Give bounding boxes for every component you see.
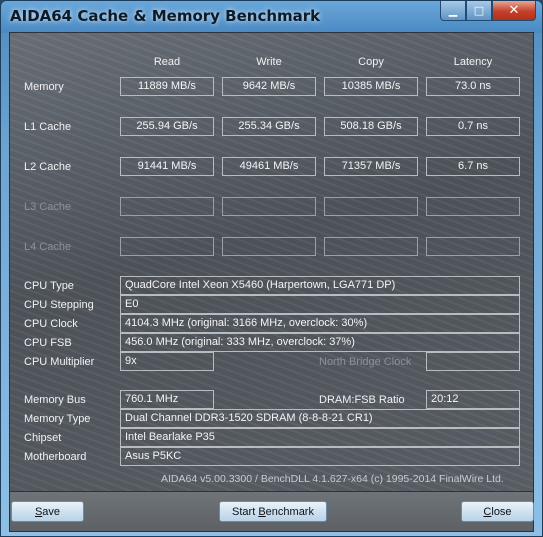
start-benchmark-label-pre: Start [232,505,259,518]
l3-write-value [222,197,316,216]
column-header-read: Read [153,56,181,68]
cpu-multiplier-value: 9x [120,352,214,371]
cpu-stepping-value: E0 [120,295,520,314]
l4-read-value [120,237,214,256]
chipset-value: Intel Bearlake P35 [120,428,520,447]
save-button-hotkey: S [34,505,43,518]
cpu-type-value: QuadCore Intel Xeon X5460 (Harpertown, L… [120,276,520,295]
cpu-stepping-label: CPU Stepping [24,299,94,311]
save-button[interactable]: Save [11,501,84,522]
l1-write-value: 255.34 GB/s [222,117,316,136]
l1-read-value: 255.94 GB/s [120,117,214,136]
cpu-fsb-label: CPU FSB [24,337,72,349]
start-benchmark-label-rest: enchmark [265,505,314,518]
memory-type-value: Dual Channel DDR3-1520 SDRAM (8-8-8-21 C… [120,409,520,428]
close-button-label: lose [491,505,512,518]
cpu-multiplier-label: CPU Multiplier [24,356,95,368]
dram-fsb-ratio-label: DRAM:FSB Ratio [319,394,405,406]
l3-copy-value [324,197,418,216]
save-button-label: ave [42,505,61,518]
row-label-l1-cache: L1 Cache [24,121,72,133]
memory-copy-value: 10385 MB/s [324,77,418,96]
title-bar[interactable]: AIDA64 Cache & Memory Benchmark ▁ □ ✕ [1,1,542,33]
cpu-fsb-value: 456.0 MHz (original: 333 MHz, overclock:… [120,333,520,352]
minimize-icon[interactable]: ▁ [440,1,466,21]
l1-latency-value: 0.7 ns [426,117,520,136]
maximize-icon[interactable]: □ [466,1,492,21]
north-bridge-clock-label: North Bridge Clock [319,356,412,368]
l2-read-value: 91441 MB/s [120,157,214,176]
motherboard-label: Motherboard [24,451,87,463]
version-text: AIDA64 v5.00.3300 / BenchDLL 4.1.627-x64… [161,473,504,485]
start-benchmark-button[interactable]: Start Benchmark [219,501,327,522]
memory-read-value: 11889 MB/s [120,77,214,96]
row-label-l3-cache: L3 Cache [24,201,72,213]
l2-copy-value: 71357 MB/s [324,157,418,176]
l4-write-value [222,237,316,256]
benchmark-window: AIDA64 Cache & Memory Benchmark ▁ □ ✕ Re… [0,0,543,537]
l4-latency-value [426,237,520,256]
cpu-clock-label: CPU Clock [24,318,78,330]
column-header-latency: Latency [453,56,493,68]
memory-bus-value: 760.1 MHz [120,390,214,409]
caption-buttons: ▁ □ ✕ [440,1,536,21]
row-label-l2-cache: L2 Cache [24,161,72,173]
memory-type-label: Memory Type [24,413,91,425]
close-button[interactable]: Close [461,501,534,522]
motherboard-value: Asus P5KC [120,447,520,466]
cpu-type-label: CPU Type [24,280,74,292]
row-label-memory: Memory [24,81,64,93]
dram-fsb-ratio-value: 20:12 [426,390,520,409]
column-header-write: Write [256,56,282,68]
window-title: AIDA64 Cache & Memory Benchmark [10,7,321,25]
memory-latency-value: 73.0 ns [426,77,520,96]
l4-copy-value [324,237,418,256]
l2-write-value: 49461 MB/s [222,157,316,176]
north-bridge-clock-value [426,352,520,371]
memory-bus-label: Memory Bus [24,394,86,406]
l1-copy-value: 508.18 GB/s [324,117,418,136]
chipset-label: Chipset [24,432,62,444]
row-label-l4-cache: L4 Cache [24,241,72,253]
memory-write-value: 9642 MB/s [222,77,316,96]
cpu-clock-value: 4104.3 MHz (original: 3166 MHz, overcloc… [120,314,520,333]
l3-read-value [120,197,214,216]
column-header-copy: Copy [358,56,384,68]
l3-latency-value [426,197,520,216]
l2-latency-value: 6.7 ns [426,157,520,176]
close-icon[interactable]: ✕ [492,1,536,21]
close-button-hotkey: C [483,505,492,518]
start-benchmark-hotkey: B [258,505,266,518]
